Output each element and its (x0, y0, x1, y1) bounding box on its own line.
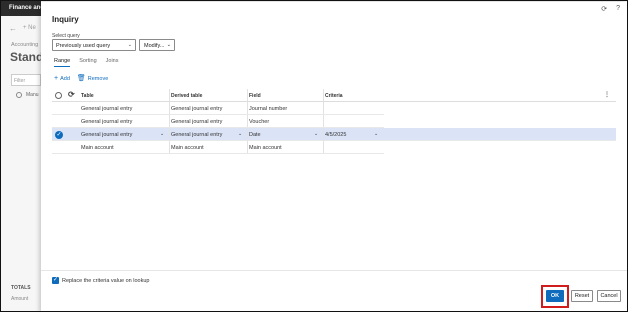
reset-button[interactable]: Reset (571, 290, 593, 302)
chevron-down-icon: ⌄ (127, 42, 132, 48)
amount-label: Amount (11, 296, 29, 302)
cell-table[interactable]: General journal entry (81, 132, 132, 138)
table-row-selected[interactable]: ✓ General journal entry ⌄ General journa… (52, 128, 616, 141)
dialog-title: Inquiry (52, 15, 79, 24)
grid-header: ⟳ Table Derived table Field Criteria ⋮ (52, 89, 616, 102)
cell-field[interactable]: Main account (249, 145, 282, 151)
more-options-icon[interactable]: ⋮ (604, 91, 610, 98)
cell-derived-table[interactable]: Main account (171, 145, 204, 151)
cell-field[interactable]: Date (249, 132, 261, 138)
remove-label: Remove (87, 76, 109, 82)
cell-table[interactable]: General journal entry (81, 119, 132, 125)
grid-actions: + Add 🗑 Remove (54, 75, 109, 82)
header-field[interactable]: Field (249, 93, 261, 99)
table-row[interactable]: General journal entry General journal en… (52, 115, 384, 128)
screen-frame: Finance and ← + Ne Accounting Standa Fil… (0, 0, 628, 312)
add-button[interactable]: + Add (54, 75, 70, 82)
chevron-down-icon[interactable]: ⌄ (238, 131, 242, 137)
add-label: Add (60, 76, 70, 82)
cycle-icon[interactable]: ⟳ (601, 5, 607, 13)
cell-field[interactable]: Journal number (249, 106, 287, 112)
cancel-button[interactable]: Cancel (597, 290, 621, 302)
select-query-value: Previously used query (56, 43, 111, 49)
trash-icon: 🗑 (76, 75, 86, 82)
select-query-dropdown[interactable]: Previously used query ⌄ (52, 39, 136, 51)
replace-criteria-label: Replace the criteria value on lookup (62, 277, 150, 284)
chevron-down-icon[interactable]: ⌄ (160, 131, 164, 137)
remove-button[interactable]: 🗑 Remove (76, 75, 109, 82)
cell-table[interactable]: Main account (81, 145, 114, 151)
filter-input[interactable]: Filter (11, 74, 41, 86)
cell-derived-table[interactable]: General journal entry (171, 106, 222, 112)
inquiry-dialog: ⟳ ? Inquiry Select query Previously used… (41, 2, 627, 311)
header-derived-table[interactable]: Derived table (171, 93, 202, 99)
tab-bar: Range Sorting Joins (54, 58, 119, 67)
cell-derived-table[interactable]: General journal entry (171, 132, 222, 138)
cell-derived-table[interactable]: General journal entry (171, 119, 222, 125)
back-arrow-icon[interactable]: ← (9, 24, 17, 33)
table-row[interactable]: General journal entry General journal en… (52, 102, 384, 115)
cell-criteria[interactable]: 4/5/2025 (325, 132, 346, 138)
cell-table[interactable]: General journal entry (81, 106, 132, 112)
tab-range[interactable]: Range (54, 58, 71, 67)
ok-button[interactable]: OK (546, 290, 564, 302)
refresh-icon[interactable]: ⟳ (68, 90, 75, 99)
row-selected-check-icon[interactable]: ✓ (55, 131, 63, 139)
footer-divider (41, 270, 627, 271)
range-grid: ⟳ Table Derived table Field Criteria ⋮ G… (52, 89, 616, 154)
replace-criteria-checkbox[interactable]: ✓ (52, 277, 59, 284)
chevron-down-icon[interactable]: ⌄ (374, 131, 378, 137)
list-radio[interactable] (16, 92, 22, 98)
tab-sorting[interactable]: Sorting (79, 58, 96, 67)
totals-label: TOTALS (11, 285, 31, 291)
select-all-checkbox[interactable] (55, 92, 62, 99)
header-table[interactable]: Table (81, 93, 94, 99)
app-title: Finance and (1, 1, 41, 16)
cell-field[interactable]: Voucher (249, 119, 269, 125)
help-icon[interactable]: ? (616, 5, 620, 13)
breadcrumb[interactable]: Accounting (11, 42, 38, 48)
modify-button[interactable]: Modify... ⌄ (139, 39, 175, 51)
dialog-toolbar: ⟳ ? (601, 5, 620, 13)
table-row[interactable]: Main account Main account Main account (52, 141, 384, 154)
new-button[interactable]: + Ne (23, 25, 36, 31)
plus-icon: + (54, 75, 59, 82)
chevron-down-icon[interactable]: ⌄ (314, 131, 318, 137)
tab-joins[interactable]: Joins (106, 58, 119, 67)
list-item[interactable]: Manu (26, 92, 39, 98)
chevron-down-icon: ⌄ (166, 42, 171, 48)
modify-label: Modify... (144, 43, 165, 49)
replace-criteria-option[interactable]: ✓ Replace the criteria value on lookup (52, 277, 149, 284)
header-criteria[interactable]: Criteria (325, 93, 343, 99)
